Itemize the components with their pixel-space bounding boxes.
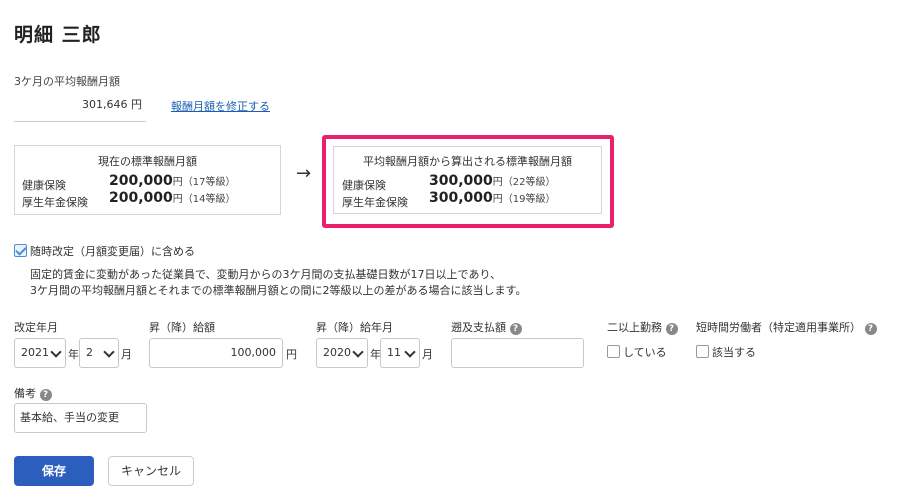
current-pension-unit: 円	[172, 194, 183, 205]
calculated-pension-amount: 300,000円（19等級）	[429, 190, 556, 206]
raise-amount-label: 昇（降）給額	[149, 321, 215, 334]
current-pension-value: 200,000	[109, 190, 173, 206]
raise-month-unit: 月	[422, 348, 433, 361]
raise-month-value: 11	[387, 346, 401, 359]
raise-amount-input[interactable]: 100,000	[149, 338, 283, 368]
calculated-box-title: 平均報酬月額から算出される標準報酬月額	[363, 155, 572, 168]
calculated-health-label: 健康保険	[342, 179, 386, 192]
include-revision-checkbox[interactable]	[14, 244, 27, 257]
multi-work-label-text: 二以上勤務	[607, 321, 662, 334]
revision-year-select[interactable]: 2021	[14, 338, 66, 368]
current-health-label: 健康保険	[22, 179, 66, 192]
calculated-pension-label: 厚生年金保険	[342, 196, 408, 209]
help-icon[interactable]: ?	[39, 389, 52, 401]
revision-month-select[interactable]: 2	[79, 338, 119, 368]
edit-pay-link[interactable]: 報酬月額を修正する	[171, 98, 270, 114]
help-icon[interactable]: ?	[864, 323, 877, 335]
average-pay-unit: 円	[131, 98, 142, 111]
calculated-pension-grade: （19等級）	[502, 194, 556, 205]
calculated-pension-unit: 円	[492, 194, 503, 205]
include-revision-description-1: 固定的賃金に変動があった従業員で、変動月からの3ケ月間の支払基礎日数が17日以上…	[30, 268, 502, 281]
current-health-amount: 200,000円（17等級）	[109, 173, 236, 189]
revision-month-unit: 月	[121, 348, 132, 361]
average-pay-label: 3ケ月の平均報酬月額	[14, 75, 120, 88]
revision-year-unit: 年	[68, 348, 79, 361]
help-icon[interactable]: ?	[665, 323, 678, 335]
multi-work-option: している	[623, 346, 667, 359]
chevron-down-icon	[50, 346, 62, 358]
short-time-label: 短時間労働者（特定適用事業所） ?	[696, 319, 877, 335]
retro-pay-label: 遡及支払額 ?	[451, 319, 522, 335]
chevron-down-icon	[103, 346, 115, 358]
remarks-label-text: 備考	[14, 387, 36, 400]
calculated-health-unit: 円	[492, 177, 503, 188]
save-button[interactable]: 保存	[14, 456, 94, 486]
raise-month-select[interactable]: 11	[380, 338, 420, 368]
remarks-value: 基本給、手当の変更	[20, 411, 119, 424]
current-box-title: 現在の標準報酬月額	[98, 155, 197, 168]
multi-work-checkbox[interactable]	[607, 345, 620, 358]
calculated-health-amount: 300,000円（22等級）	[429, 173, 556, 189]
current-health-grade: （17等級）	[182, 177, 236, 188]
raise-amount-unit: 円	[286, 348, 297, 361]
current-pension-label: 厚生年金保険	[22, 196, 88, 209]
calculated-standard-pay-box: 平均報酬月額から算出される標準報酬月額 健康保険 300,000円（22等級） …	[333, 146, 602, 214]
short-time-option: 該当する	[712, 346, 756, 359]
page-title: 明細 三郎	[14, 24, 102, 46]
raise-year-value: 2020	[323, 346, 351, 359]
chevron-down-icon	[404, 346, 416, 358]
include-revision-label: 随時改定（月額変更届）に含める	[30, 245, 195, 258]
chevron-down-icon	[352, 346, 364, 358]
revision-month-value: 2	[86, 346, 93, 359]
current-pension-amount: 200,000円（14等級）	[109, 190, 236, 206]
calculated-pension-value: 300,000	[429, 190, 493, 206]
revision-year-value: 2021	[21, 346, 49, 359]
calculated-health-value: 300,000	[429, 173, 493, 189]
current-standard-pay-box: 現在の標準報酬月額 健康保険 200,000円（17等級） 厚生年金保険 200…	[14, 145, 281, 215]
help-icon[interactable]: ?	[509, 323, 522, 335]
average-pay-number: 301,646	[82, 98, 128, 111]
retro-pay-input[interactable]	[451, 338, 584, 368]
raise-year-select[interactable]: 2020	[316, 338, 368, 368]
current-health-value: 200,000	[109, 173, 173, 189]
current-health-unit: 円	[172, 177, 183, 188]
short-time-checkbox[interactable]	[696, 345, 709, 358]
arrow-right-icon: →	[296, 163, 312, 184]
raise-date-label: 昇（降）給年月	[316, 321, 393, 334]
retro-pay-label-text: 遡及支払額	[451, 321, 506, 334]
cancel-button[interactable]: キャンセル	[108, 456, 194, 486]
remarks-input[interactable]: 基本給、手当の変更	[14, 403, 147, 433]
revision-date-label: 改定年月	[14, 321, 58, 334]
multi-work-label: 二以上勤務 ?	[607, 319, 678, 335]
short-time-label-text: 短時間労働者（特定適用事業所）	[696, 321, 861, 334]
include-revision-description-2: 3ケ月間の平均報酬月額とそれまでの標準報酬月額との間に2等級以上の差がある場合に…	[30, 284, 527, 297]
average-pay-value: 301,646 円	[14, 96, 146, 122]
current-pension-grade: （14等級）	[182, 194, 236, 205]
raise-amount-value: 100,000	[230, 346, 277, 359]
remarks-label: 備考 ?	[14, 385, 52, 401]
calculated-health-grade: （22等級）	[502, 177, 556, 188]
